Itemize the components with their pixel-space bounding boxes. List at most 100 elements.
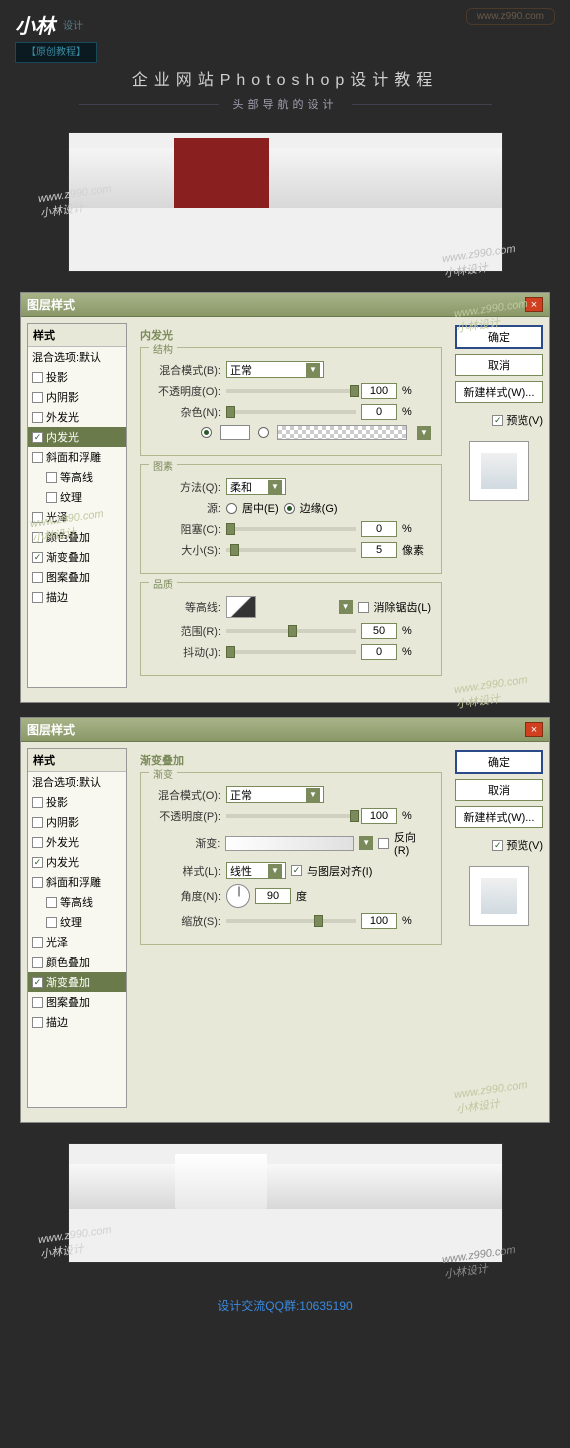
bevel-item[interactable]: 斜面和浮雕	[28, 872, 126, 892]
inner-glow-item[interactable]: 内发光	[28, 852, 126, 872]
preview-checkbox[interactable]	[492, 415, 503, 426]
preview-checkbox[interactable]	[492, 840, 503, 851]
cancel-button[interactable]: 取消	[455, 779, 543, 801]
source-center-radio[interactable]	[226, 503, 237, 514]
gradient-picker[interactable]	[225, 836, 354, 851]
style-list-header: 样式	[28, 749, 126, 772]
size-slider[interactable]	[226, 548, 356, 552]
texture-item[interactable]: 纹理	[28, 912, 126, 932]
layer-style-dialog-2: 图层样式 × 样式 混合选项:默认 投影 内阴影 外发光 内发光 斜面和浮雕 等…	[20, 717, 550, 1123]
drop-shadow-item[interactable]: 投影	[28, 367, 126, 387]
new-style-button[interactable]: 新建样式(W)...	[455, 381, 543, 403]
contour-item[interactable]: 等高线	[28, 892, 126, 912]
dialog-title: 图层样式	[27, 721, 75, 738]
noise-label: 杂色(N):	[151, 404, 221, 420]
url-badge: www.z990.com	[466, 8, 555, 25]
preview-thumbnail	[469, 441, 529, 501]
choke-slider[interactable]	[226, 527, 356, 531]
blend-mode-dropdown[interactable]: 正常▼	[226, 786, 324, 803]
preview-thumbnail	[469, 866, 529, 926]
satin-item[interactable]: 光泽	[28, 507, 126, 527]
opacity-slider[interactable]	[226, 389, 356, 393]
color-overlay-item[interactable]: 颜色叠加	[28, 952, 126, 972]
range-slider[interactable]	[226, 629, 356, 633]
pattern-overlay-item[interactable]: 图案叠加	[28, 992, 126, 1012]
blend-options-item[interactable]: 混合选项:默认	[28, 347, 126, 367]
gradient-overlay-item[interactable]: 渐变叠加	[28, 547, 126, 567]
chevron-down-icon[interactable]: ▼	[359, 836, 373, 850]
source-edge-radio[interactable]	[284, 503, 295, 514]
page-subtitle: 头部导航的设计	[233, 96, 338, 112]
blend-mode-dropdown[interactable]: 正常▼	[226, 361, 324, 378]
satin-item[interactable]: 光泽	[28, 932, 126, 952]
chevron-down-icon: ▼	[268, 480, 282, 494]
align-checkbox[interactable]	[291, 865, 302, 876]
logo: 小林	[15, 10, 55, 39]
choke-input[interactable]	[361, 521, 397, 537]
antialias-checkbox[interactable]	[358, 602, 369, 613]
color-overlay-item[interactable]: 颜色叠加	[28, 527, 126, 547]
contour-picker[interactable]	[226, 596, 256, 618]
cancel-button[interactable]: 取消	[455, 354, 543, 376]
preview-image-1: www.z990.com小林设计 www.z990.com小林设计	[68, 132, 503, 272]
stroke-item[interactable]: 描边	[28, 1012, 126, 1032]
contour-item[interactable]: 等高线	[28, 467, 126, 487]
gradient-label: 渐变:	[151, 835, 220, 851]
reverse-checkbox[interactable]	[378, 838, 389, 849]
opacity-label: 不透明度(P):	[151, 808, 221, 824]
style-dropdown[interactable]: 线性▼	[226, 862, 286, 879]
close-button[interactable]: ×	[525, 297, 543, 312]
panel-title: 内发光	[140, 327, 442, 343]
noise-slider[interactable]	[226, 410, 356, 414]
inner-glow-item[interactable]: 内发光	[28, 427, 126, 447]
pattern-overlay-item[interactable]: 图案叠加	[28, 567, 126, 587]
blend-mode-label: 混合模式(B):	[151, 362, 221, 378]
opacity-input[interactable]	[361, 808, 397, 824]
solid-color-radio[interactable]	[201, 427, 212, 438]
inner-shadow-item[interactable]: 内阴影	[28, 812, 126, 832]
jitter-slider[interactable]	[226, 650, 356, 654]
structure-legend: 结构	[149, 341, 177, 356]
angle-input[interactable]	[255, 888, 291, 904]
close-button[interactable]: ×	[525, 722, 543, 737]
angle-dial[interactable]	[226, 884, 250, 908]
opacity-input[interactable]	[361, 383, 397, 399]
method-dropdown[interactable]: 柔和▼	[226, 478, 286, 495]
inner-shadow-item[interactable]: 内阴影	[28, 387, 126, 407]
panel-title: 渐变叠加	[140, 752, 442, 768]
range-input[interactable]	[361, 623, 397, 639]
drop-shadow-item[interactable]: 投影	[28, 792, 126, 812]
outer-glow-item[interactable]: 外发光	[28, 407, 126, 427]
source-label: 源:	[151, 500, 221, 516]
blend-options-item[interactable]: 混合选项:默认	[28, 772, 126, 792]
contour-label: 等高线:	[151, 599, 221, 615]
color-swatch[interactable]	[220, 425, 250, 440]
scale-input[interactable]	[361, 913, 397, 929]
ok-button[interactable]: 确定	[455, 325, 543, 349]
jitter-input[interactable]	[361, 644, 397, 660]
style-label: 样式(L):	[151, 863, 221, 879]
method-label: 方法(Q):	[151, 479, 221, 495]
outer-glow-item[interactable]: 外发光	[28, 832, 126, 852]
texture-item[interactable]: 纹理	[28, 487, 126, 507]
size-input[interactable]	[361, 542, 397, 558]
scale-slider[interactable]	[226, 919, 356, 923]
gradient-picker[interactable]	[277, 425, 407, 440]
gradient-radio[interactable]	[258, 427, 269, 438]
page-title: 企业网站Photoshop设计教程	[0, 66, 570, 90]
style-list: 样式 混合选项:默认 投影 内阴影 外发光 内发光 斜面和浮雕 等高线 纹理 光…	[27, 323, 127, 688]
bevel-item[interactable]: 斜面和浮雕	[28, 447, 126, 467]
chevron-down-icon[interactable]: ▼	[339, 600, 353, 614]
element-legend: 图素	[149, 458, 177, 473]
new-style-button[interactable]: 新建样式(W)...	[455, 806, 543, 828]
stroke-item[interactable]: 描边	[28, 587, 126, 607]
ok-button[interactable]: 确定	[455, 750, 543, 774]
range-label: 范围(R):	[151, 623, 221, 639]
noise-input[interactable]	[361, 404, 397, 420]
style-list-header: 样式	[28, 324, 126, 347]
gradient-overlay-item[interactable]: 渐变叠加	[28, 972, 126, 992]
quality-legend: 品质	[149, 576, 177, 591]
chevron-down-icon[interactable]: ▼	[417, 426, 431, 440]
opacity-slider[interactable]	[226, 814, 356, 818]
jitter-label: 抖动(J):	[151, 644, 221, 660]
